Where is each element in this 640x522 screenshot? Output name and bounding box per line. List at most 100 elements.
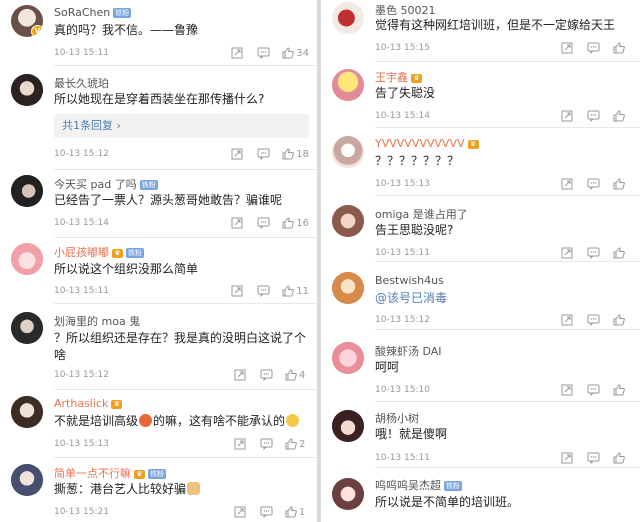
comment-text: 呵呵	[375, 360, 400, 374]
like-button[interactable]: 1	[279, 505, 309, 519]
like-icon	[282, 47, 295, 59]
like-icon[interactable]	[606, 383, 632, 397]
like-count: 16	[296, 217, 309, 229]
commenter-name[interactable]: Arthaslick ♛	[54, 397, 123, 410]
commenter-name[interactable]: SoRaChen 铁粉	[54, 6, 132, 19]
comment-actions: 11	[224, 284, 309, 298]
comment-icon[interactable]	[580, 246, 606, 260]
avatar[interactable]	[11, 396, 43, 428]
comment-icon[interactable]	[250, 46, 276, 60]
share-icon[interactable]	[554, 313, 580, 327]
comment-icon[interactable]	[580, 177, 606, 191]
comment-icon[interactable]	[580, 109, 606, 123]
commenter-name[interactable]: 墨色 50021	[375, 2, 436, 18]
comment-icon[interactable]	[250, 147, 276, 161]
crown-icon: ♛	[134, 469, 145, 479]
avatar[interactable]	[11, 464, 43, 496]
like-button[interactable]: 18	[276, 147, 309, 161]
commenter-name[interactable]: 小屁孩嘟嘟 ♛ 铁粉	[54, 244, 144, 260]
share-icon[interactable]	[227, 368, 253, 382]
comment-actions: 1	[227, 505, 309, 519]
share-icon[interactable]	[224, 284, 250, 298]
avatar[interactable]	[11, 74, 43, 106]
like-icon[interactable]	[606, 451, 632, 465]
comment-item: 小屁孩嘟嘟 ♛ 铁粉 所以说这个组织没那么简单 10-13 15:11 11	[0, 238, 317, 304]
comment-text: 所以说是不简单的培训班。	[375, 495, 520, 509]
commenter-name[interactable]: 胡杨小树	[375, 410, 419, 426]
reply-count-link[interactable]: 共1条回复 ›	[54, 114, 309, 138]
comment-icon[interactable]	[580, 383, 606, 397]
share-icon[interactable]	[554, 177, 580, 191]
comment-icon[interactable]	[250, 284, 276, 298]
share-icon[interactable]	[224, 147, 250, 161]
cat-emoji-icon	[187, 482, 201, 495]
avatar[interactable]	[11, 243, 43, 275]
comment-time: 10-13 15:14	[54, 218, 109, 228]
like-icon[interactable]	[606, 109, 632, 123]
avatar[interactable]	[332, 69, 364, 101]
share-icon[interactable]	[224, 46, 250, 60]
commenter-name[interactable]: 划海里的 moa 鬼	[54, 313, 140, 329]
share-icon[interactable]	[227, 437, 253, 451]
avatar[interactable]	[332, 272, 364, 304]
share-icon[interactable]	[227, 505, 253, 519]
comment-icon[interactable]	[250, 216, 276, 230]
crown-icon: ♛	[111, 399, 123, 409]
commenter-name[interactable]: 今天买 pad 了吗 铁粉	[54, 176, 158, 192]
like-button[interactable]: 34	[276, 46, 309, 60]
avatar[interactable]	[332, 410, 364, 442]
comment-item: 胡杨小树 哦！就是傻啊 10-13 15:11	[321, 402, 640, 468]
comment-actions: 4	[227, 368, 309, 382]
commenter-name[interactable]: Bestwish4us	[375, 274, 444, 287]
like-icon[interactable]	[606, 41, 632, 55]
like-button[interactable]: 4	[279, 368, 309, 382]
comment-text: 所以说这个组织没那么简单	[54, 262, 199, 276]
comment-icon[interactable]	[253, 505, 279, 519]
avatar[interactable]	[332, 342, 364, 374]
avatar[interactable]	[332, 205, 364, 237]
commenter-name[interactable]: omiga 是谁占用了	[375, 206, 468, 222]
share-icon[interactable]	[224, 216, 250, 230]
like-button[interactable]: 2	[279, 437, 309, 451]
crown-icon: ♛	[112, 248, 123, 258]
comment-time: 10-13 15:11	[54, 286, 109, 296]
avatar[interactable]: V	[11, 5, 43, 37]
verified-badge-icon: V	[31, 25, 43, 37]
like-icon[interactable]	[606, 313, 632, 327]
avatar[interactable]	[11, 175, 43, 207]
like-button[interactable]: 16	[276, 216, 309, 230]
comment-item: Arthaslick ♛ 不就是培训高级 的嘛，这有啥不能承认的 10-13 15:…	[0, 390, 317, 458]
like-icon	[282, 285, 295, 297]
like-icon[interactable]	[606, 246, 632, 260]
comment-icon[interactable]	[253, 368, 279, 382]
left-comment-column: V SoRaChen 铁粉 真的吗？我不信。——鲁豫 10-13 15:11 34…	[0, 0, 317, 522]
avatar[interactable]	[11, 312, 43, 344]
commenter-name[interactable]: YVVVVVVVVVVV ♛	[375, 137, 479, 150]
comment-text: 告王思聪没呢?	[375, 223, 454, 237]
like-button[interactable]: 11	[276, 284, 309, 298]
comment-icon[interactable]	[580, 41, 606, 55]
share-icon[interactable]	[554, 246, 580, 260]
comment-icon[interactable]	[580, 313, 606, 327]
comment-actions	[554, 451, 632, 465]
share-icon[interactable]	[554, 383, 580, 397]
commenter-name[interactable]: 酸辣虾汤 DAI	[375, 343, 442, 359]
comment-icon[interactable]	[580, 451, 606, 465]
commenter-name[interactable]: 最长久琥珀	[54, 75, 109, 91]
comment-text: ？所以组织还是存在？我是真的没明白这说了个啥	[54, 331, 307, 362]
share-icon[interactable]	[554, 451, 580, 465]
commenter-name[interactable]: 呜呜呜吴杰超 铁粉	[375, 477, 462, 493]
comment-icon[interactable]	[253, 437, 279, 451]
commenter-name[interactable]: 王宇鑫 ♛	[375, 69, 422, 85]
comment-time: 10-13 15:15	[375, 43, 430, 53]
avatar[interactable]	[332, 136, 364, 168]
like-icon	[282, 148, 295, 160]
share-icon[interactable]	[554, 41, 580, 55]
mention-link[interactable]: @该号已消毒	[375, 290, 630, 307]
commenter-name[interactable]: 简单一点不行嘛 ♛ 铁粉	[54, 465, 166, 481]
avatar[interactable]	[332, 478, 364, 510]
comment-text: 撕葱：港台艺人比较好骗	[54, 481, 307, 498]
avatar[interactable]	[332, 2, 364, 34]
like-icon[interactable]	[606, 177, 632, 191]
share-icon[interactable]	[554, 109, 580, 123]
